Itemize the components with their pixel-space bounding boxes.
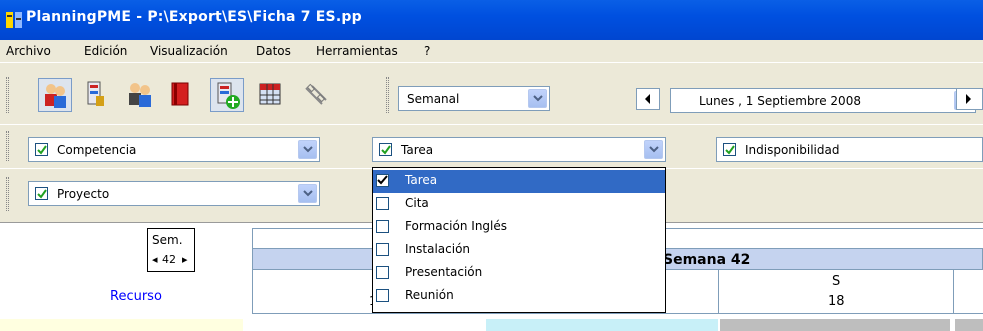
day-cell-next[interactable]	[955, 319, 983, 331]
week-title: Semana 42	[663, 252, 751, 268]
window-title: PlanningPME - P:\Export\ES\Ficha 7 ES.pp	[26, 9, 362, 25]
proyecto-filter[interactable]: Proyecto	[28, 181, 320, 206]
book-icon	[171, 82, 189, 106]
grid-button[interactable]	[254, 78, 288, 112]
dropdown-item-label: Presentación	[405, 265, 483, 279]
task-list-button[interactable]	[80, 78, 114, 112]
next-date-button[interactable]	[956, 88, 983, 110]
book-button[interactable]	[164, 78, 198, 112]
competencia-label: Competencia	[57, 143, 137, 157]
dropdown-item-label: Tarea	[405, 173, 438, 187]
day-cell-highlight[interactable]	[486, 319, 718, 331]
resource-label: Recurso	[110, 289, 162, 304]
menu-edicion[interactable]: Edición	[84, 44, 127, 58]
users-icon	[45, 84, 66, 108]
chevron-down-icon[interactable]	[644, 140, 663, 159]
week-next-icon[interactable]: ▸	[182, 253, 188, 266]
proyecto-checkbox[interactable]	[35, 187, 48, 200]
sem-label: Sem.	[152, 233, 183, 247]
filter-toolbar: Competencia Tarea Indisponibilidad	[0, 124, 983, 168]
add-task-icon	[217, 82, 240, 109]
dropdown-item[interactable]: Tarea	[373, 170, 665, 193]
link-icon	[305, 83, 327, 105]
chevron-down-icon[interactable]	[528, 89, 547, 108]
day-number-2: 18	[828, 294, 845, 309]
menu-bar: Archivo Edición Visualización Datos Herr…	[0, 40, 983, 62]
triangle-right-icon	[966, 94, 971, 104]
dropdown-item-label: Formación Inglés	[405, 219, 508, 233]
dropdown-item-checkbox[interactable]	[376, 266, 389, 279]
title-bar: PlanningPME - P:\Export\ES\Ficha 7 ES.pp	[0, 0, 983, 40]
dropdown-item[interactable]: Instalación	[373, 239, 665, 262]
resources-button[interactable]	[124, 78, 158, 112]
dropdown-item-label: Reunión	[405, 288, 454, 302]
dropdown-item-checkbox[interactable]	[376, 197, 389, 210]
tarea-dropdown-list: Tarea Cita Formación Inglés Instalación …	[372, 167, 666, 313]
resources-icon	[129, 83, 151, 107]
dropdown-item-checkbox[interactable]	[376, 174, 389, 187]
dropdown-item[interactable]: Formación Inglés	[373, 216, 665, 239]
week-number: 42	[162, 253, 176, 266]
tarea-filter[interactable]: Tarea	[372, 137, 666, 162]
task-list-icon	[87, 81, 104, 106]
indisponibilidad-filter[interactable]: Indisponibilidad	[716, 137, 983, 162]
toolbar-grip[interactable]	[6, 77, 9, 113]
dropdown-item[interactable]: Cita	[373, 193, 665, 216]
link-button[interactable]	[300, 78, 334, 112]
view-select[interactable]: Semanal	[398, 86, 550, 111]
menu-visualizacion[interactable]: Visualización	[150, 44, 228, 58]
dropdown-item[interactable]: Reunión	[373, 285, 665, 308]
app-icon	[6, 12, 22, 28]
add-task-button[interactable]	[210, 78, 244, 112]
dropdown-item[interactable]: Presentación	[373, 262, 665, 285]
date-picker[interactable]: Lunes , 1 Septiembre 2008	[670, 88, 976, 113]
week-prev-icon[interactable]: ◂	[152, 253, 158, 266]
dropdown-item-checkbox[interactable]	[376, 243, 389, 256]
dropdown-item-label: Instalación	[405, 242, 471, 256]
view-select-value: Semanal	[407, 92, 460, 106]
indisponibilidad-checkbox[interactable]	[723, 143, 736, 156]
chevron-down-icon[interactable]	[298, 184, 317, 203]
previous-date-button[interactable]	[636, 88, 660, 110]
project-grip[interactable]	[6, 177, 9, 211]
resource-header	[0, 223, 252, 331]
chevron-down-icon[interactable]	[298, 140, 317, 159]
resource-row[interactable]	[0, 319, 243, 331]
menu-help[interactable]: ?	[424, 44, 430, 58]
menu-herramientas[interactable]: Herramientas	[316, 44, 398, 58]
filter-grip[interactable]	[6, 131, 9, 161]
day-cell-weekend[interactable]	[720, 319, 950, 331]
competencia-checkbox[interactable]	[35, 143, 48, 156]
tarea-checkbox[interactable]	[379, 143, 392, 156]
dropdown-item-checkbox[interactable]	[376, 289, 389, 302]
week-navigator[interactable]: Sem. ◂ 42 ▸	[147, 228, 195, 272]
indisponibilidad-label: Indisponibilidad	[745, 143, 840, 157]
menu-archivo[interactable]: Archivo	[6, 44, 51, 58]
proyecto-label: Proyecto	[57, 187, 110, 201]
dropdown-item-checkbox[interactable]	[376, 220, 389, 233]
menu-datos[interactable]: Datos	[256, 44, 291, 58]
users-button[interactable]	[38, 78, 72, 112]
competencia-filter[interactable]: Competencia	[28, 137, 320, 162]
tarea-label: Tarea	[401, 143, 434, 157]
grid-icon	[259, 83, 281, 105]
date-value: Lunes , 1 Septiembre 2008	[699, 94, 861, 108]
dropdown-item-label: Cita	[405, 196, 429, 210]
toolbar-grip-2[interactable]	[386, 77, 389, 113]
triangle-left-icon	[645, 94, 650, 104]
day-letter-2: S	[832, 274, 841, 289]
